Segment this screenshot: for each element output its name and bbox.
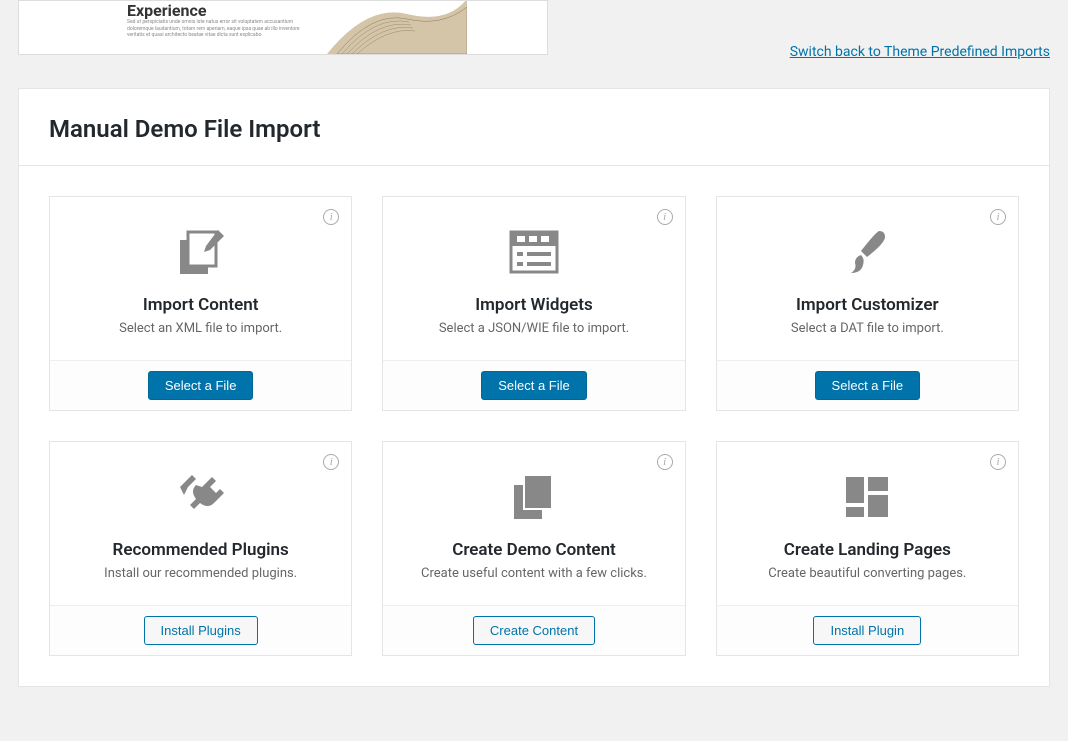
panel-body: i Import Content Select an XML file to i… (19, 166, 1049, 686)
panel-header: Manual Demo File Import (19, 89, 1049, 166)
preview-lorem: Sed ut perspiciatis unde omnis iste natu… (127, 19, 317, 39)
brush-icon (735, 227, 1000, 277)
card-desc: Create useful content with a few clicks. (401, 566, 666, 581)
file-edit-icon (68, 227, 333, 277)
card-title: Create Demo Content (401, 540, 666, 560)
card-import-content: i Import Content Select an XML file to i… (49, 196, 352, 411)
card-desc: Create beautiful converting pages. (735, 566, 1000, 581)
top-region: Experience Sed ut perspiciatis unde omni… (0, 0, 1068, 88)
info-icon[interactable]: i (657, 454, 673, 470)
card-desc: Install our recommended plugins. (68, 566, 333, 581)
card-desc: Select an XML file to import. (68, 321, 333, 336)
card-desc: Select a DAT file to import. (735, 321, 1000, 336)
card-title: Import Widgets (401, 295, 666, 315)
select-file-button[interactable]: Select a File (481, 371, 587, 400)
card-title: Recommended Plugins (68, 540, 333, 560)
switch-back-link[interactable]: Switch back to Theme Predefined Imports (790, 44, 1050, 60)
card-title: Import Customizer (735, 295, 1000, 315)
install-plugins-button[interactable]: Install Plugins (144, 616, 258, 645)
card-grid: i Import Content Select an XML file to i… (49, 196, 1019, 656)
card-title: Import Content (68, 295, 333, 315)
card-import-customizer: i Import Customizer Select a DAT file to… (716, 196, 1019, 411)
theme-preview-card: Experience Sed ut perspiciatis unde omni… (18, 0, 548, 55)
card-create-landing-pages: i Create Landing Pages Create beautiful … (716, 441, 1019, 656)
panel-title: Manual Demo File Import (49, 115, 1019, 143)
card-create-demo-content: i Create Demo Content Create useful cont… (382, 441, 685, 656)
install-plugin-button[interactable]: Install Plugin (813, 616, 921, 645)
info-icon[interactable]: i (990, 209, 1006, 225)
info-icon[interactable]: i (657, 209, 673, 225)
widgets-icon (401, 227, 666, 277)
info-icon[interactable]: i (990, 454, 1006, 470)
preview-illustration (327, 0, 467, 54)
select-file-button[interactable]: Select a File (148, 371, 254, 400)
card-import-widgets: i Impor (382, 196, 685, 411)
layout-icon (735, 472, 1000, 522)
card-desc: Select a JSON/WIE file to import. (401, 321, 666, 336)
card-recommended-plugins: i Recommended Plugins Install our recomm… (49, 441, 352, 656)
create-content-button[interactable]: Create Content (473, 616, 595, 645)
manual-import-panel: Manual Demo File Import i Import Content… (18, 88, 1050, 687)
plugin-icon (68, 472, 333, 522)
select-file-button[interactable]: Select a File (815, 371, 921, 400)
pages-icon (401, 472, 666, 522)
info-icon[interactable]: i (323, 454, 339, 470)
info-icon[interactable]: i (323, 209, 339, 225)
card-title: Create Landing Pages (735, 540, 1000, 560)
preview-heading: Experience (127, 1, 206, 20)
